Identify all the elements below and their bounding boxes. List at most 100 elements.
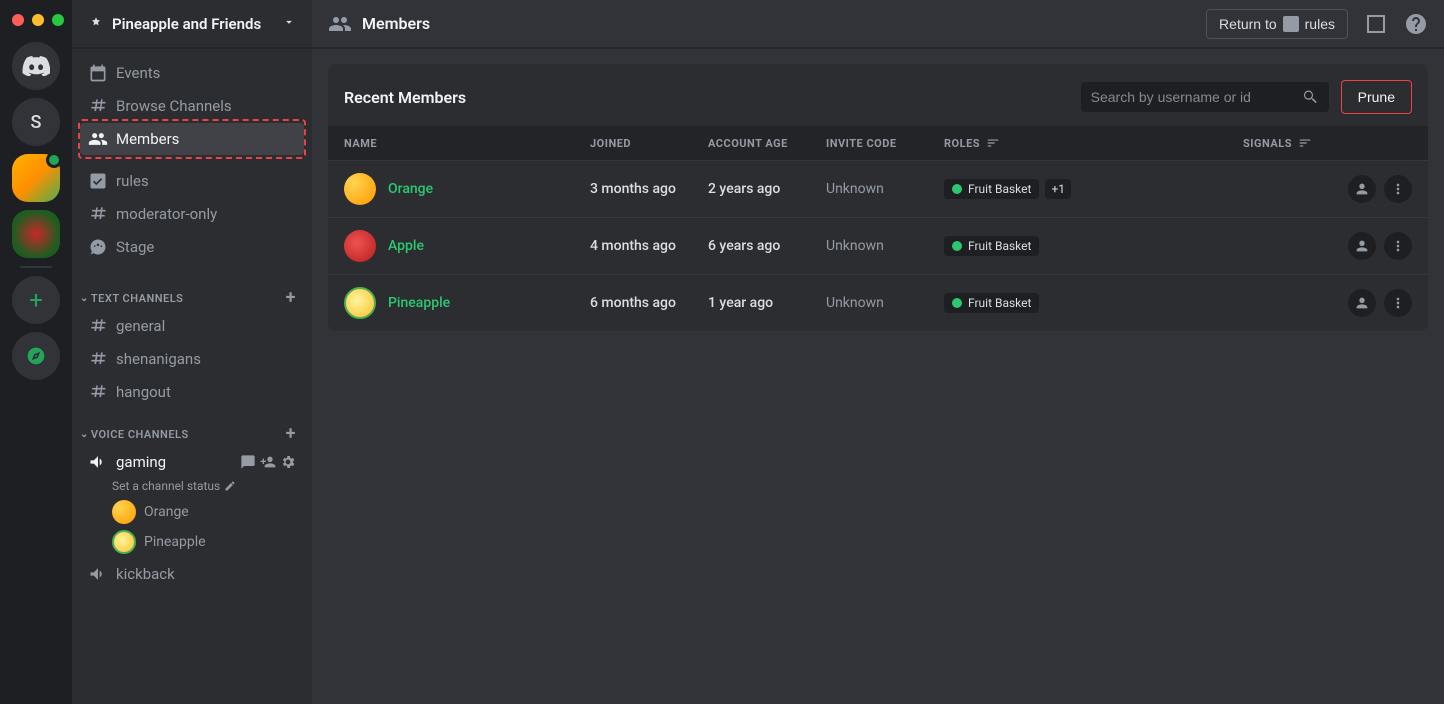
user-action-button[interactable] xyxy=(1348,232,1376,260)
help-icon[interactable] xyxy=(1404,12,1428,36)
username: Orange xyxy=(388,181,433,197)
server-rail: S + xyxy=(0,0,72,704)
category-voice-label: VOICE CHANNELS xyxy=(91,428,189,441)
hash-icon xyxy=(88,382,108,402)
channel-moderator-label: moderator-only xyxy=(116,205,217,223)
discord-logo-icon xyxy=(22,56,50,76)
nav-events-label: Events xyxy=(116,64,160,82)
speaker-icon xyxy=(88,564,108,584)
search-icon xyxy=(1301,88,1319,106)
hash-icon xyxy=(88,316,108,336)
table-row[interactable]: Pineapple 6 months ago 1 year ago Unknow… xyxy=(328,274,1428,331)
rules-icon xyxy=(1283,16,1299,32)
channel-general[interactable]: general xyxy=(80,310,304,342)
voice-user-orange[interactable]: Orange xyxy=(72,497,312,527)
avatar-orange xyxy=(112,500,136,524)
more-actions-button[interactable] xyxy=(1384,289,1412,317)
prune-button[interactable]: Prune xyxy=(1341,80,1412,114)
cell-age: 1 year ago xyxy=(708,295,826,311)
window-close[interactable] xyxy=(12,14,24,26)
more-vertical-icon xyxy=(1390,295,1406,311)
avatar xyxy=(344,230,376,262)
more-actions-button[interactable] xyxy=(1384,175,1412,203)
nav-events[interactable]: Events xyxy=(80,57,304,89)
role-dot-icon xyxy=(952,298,962,308)
role-pill[interactable]: Fruit Basket xyxy=(944,179,1039,199)
cell-roles: Fruit Basket +1 xyxy=(944,179,1174,199)
channel-rules[interactable]: rules xyxy=(80,165,304,197)
user-action-button[interactable] xyxy=(1348,289,1376,317)
voice-user-pineapple[interactable]: Pineapple xyxy=(72,527,312,557)
user-action-button[interactable] xyxy=(1348,175,1376,203)
role-dot-icon xyxy=(952,184,962,194)
gaming-status[interactable]: Set a channel status xyxy=(72,479,312,497)
th-name[interactable]: NAME xyxy=(344,136,590,150)
more-actions-button[interactable] xyxy=(1384,232,1412,260)
th-age[interactable]: ACCOUNT AGE xyxy=(708,136,826,150)
sort-icon xyxy=(986,136,1000,150)
sort-icon xyxy=(1298,136,1312,150)
search-box[interactable] xyxy=(1081,82,1329,112)
boost-icon xyxy=(88,16,104,32)
inbox-icon[interactable] xyxy=(1364,12,1388,36)
server-apple[interactable] xyxy=(12,210,60,258)
role-pill[interactable]: Fruit Basket xyxy=(944,293,1039,313)
gear-icon[interactable] xyxy=(280,454,296,470)
speaker-icon xyxy=(88,452,108,472)
server-s[interactable]: S xyxy=(12,98,60,146)
channel-gaming[interactable]: gaming xyxy=(80,446,304,478)
window-minimize[interactable] xyxy=(32,14,44,26)
highlight-annotation xyxy=(78,119,306,159)
compass-icon xyxy=(26,346,46,366)
cell-joined: 4 months ago xyxy=(590,238,708,254)
channel-moderator[interactable]: moderator-only xyxy=(80,198,304,230)
channel-kickback[interactable]: kickback xyxy=(80,558,304,590)
search-input[interactable] xyxy=(1091,89,1301,105)
explore-servers-button[interactable] xyxy=(12,332,60,380)
members-table: NAME JOINED ACCOUNT AGE INVITE CODE ROLE… xyxy=(328,126,1428,331)
category-voice[interactable]: ⌄ VOICE CHANNELS + xyxy=(72,409,312,445)
role-pill[interactable]: Fruit Basket xyxy=(944,236,1039,256)
invite-icon[interactable] xyxy=(260,454,276,470)
return-to-button[interactable]: Return to rules xyxy=(1206,9,1348,39)
server-pineapple[interactable] xyxy=(12,154,60,202)
server-header-dropdown[interactable]: Pineapple and Friends xyxy=(72,0,312,48)
channel-stage-label: Stage xyxy=(116,238,154,256)
role-extra[interactable]: +1 xyxy=(1045,179,1071,199)
chat-icon[interactable] xyxy=(240,454,256,470)
channel-general-label: general xyxy=(116,317,165,335)
window-maximize[interactable] xyxy=(52,14,64,26)
add-server-button[interactable]: + xyxy=(12,276,60,324)
th-roles[interactable]: ROLES xyxy=(944,136,1174,150)
cell-actions xyxy=(1312,175,1412,203)
nav-members[interactable]: Members xyxy=(80,123,304,155)
table-row[interactable]: Apple 4 months ago 6 years ago Unknown F… xyxy=(328,217,1428,274)
server-separator xyxy=(20,266,52,268)
stage-icon xyxy=(88,237,108,257)
username: Apple xyxy=(388,238,424,254)
nav-browse-channels[interactable]: Browse Channels xyxy=(80,90,304,122)
username: Pineapple xyxy=(388,295,450,311)
avatar xyxy=(344,173,376,205)
avatar-pineapple xyxy=(112,530,136,554)
return-prefix: Return to xyxy=(1219,16,1277,32)
channel-stage[interactable]: Stage xyxy=(80,231,304,263)
add-voice-channel-button[interactable]: + xyxy=(286,425,296,443)
cell-actions xyxy=(1312,289,1412,317)
members-icon xyxy=(88,129,108,149)
discord-home-button[interactable] xyxy=(12,42,60,90)
chevron-down-icon: ⌄ xyxy=(80,293,89,304)
th-invite[interactable]: INVITE CODE xyxy=(826,136,944,150)
channel-rules-label: rules xyxy=(116,172,149,190)
add-channel-button[interactable]: + xyxy=(286,289,296,307)
th-joined[interactable]: JOINED xyxy=(590,136,708,150)
calendar-icon xyxy=(88,63,108,83)
category-text[interactable]: ⌄ TEXT CHANNELS + xyxy=(72,273,312,309)
voice-active-badge-icon xyxy=(46,152,62,168)
th-signals[interactable]: SIGNALS xyxy=(1174,136,1312,150)
channel-shenanigans[interactable]: shenanigans xyxy=(80,343,304,375)
table-row[interactable]: Orange 3 months ago 2 years ago Unknown … xyxy=(328,160,1428,217)
cell-age: 2 years ago xyxy=(708,181,826,197)
channel-hangout[interactable]: hangout xyxy=(80,376,304,408)
cell-roles: Fruit Basket xyxy=(944,293,1174,313)
